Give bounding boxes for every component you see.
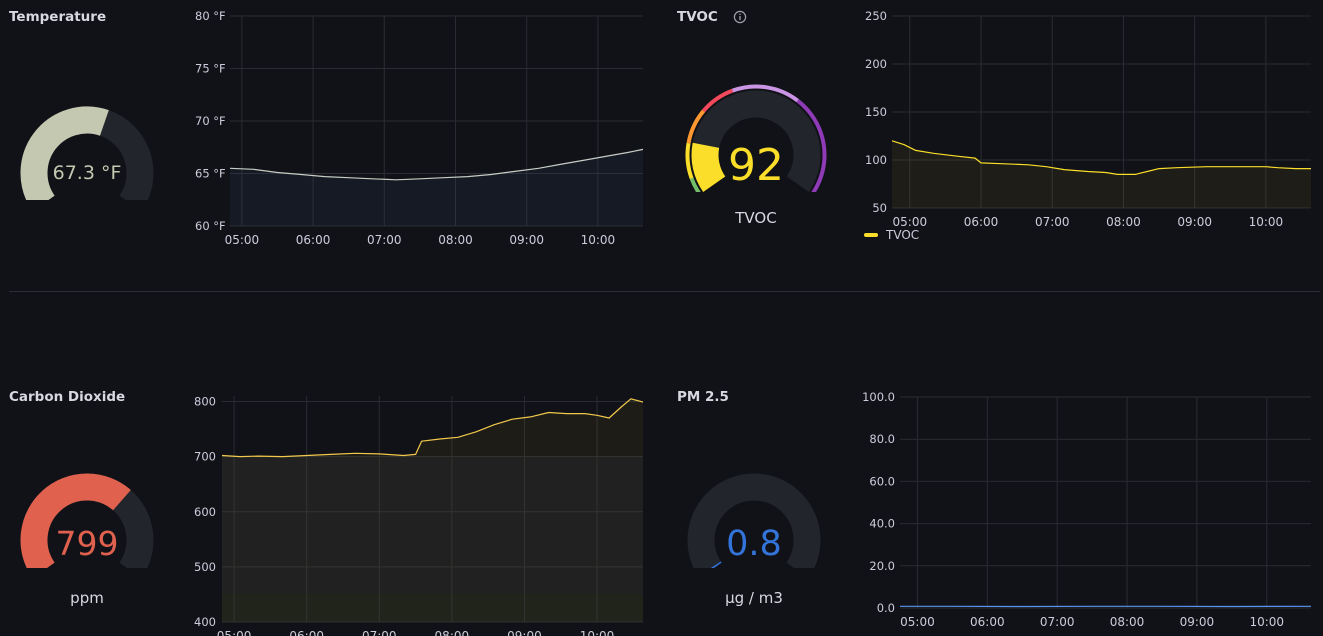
co2-y-tick-label: 800 [194, 395, 216, 409]
tvoc-x-tick-label: 06:00 [964, 215, 999, 229]
pm25-y-tick-label: 20.0 [869, 559, 895, 573]
tvoc-x-tick-label: 09:00 [1177, 215, 1212, 229]
temperature-chart[interactable]: 60 °F 65 °F 70 °F 75 °F 80 °F 05:00 06:00 07:00… [188, 4, 648, 256]
tvoc-gauge-label: TVOC [735, 209, 777, 227]
tvoc-gauge-value: 92 [728, 140, 784, 191]
pm25-y-tick-label: 80.0 [869, 432, 895, 446]
pm25-panel-title: PM 2.5 [677, 389, 729, 405]
tvoc-x-tick-label: 08:00 [1106, 215, 1141, 229]
co2-x-tick-label: 07:00 [362, 629, 397, 636]
tvoc-panel-title: TVOC [677, 9, 718, 25]
pm25-x-tick-label: 06:00 [970, 615, 1005, 629]
co2-y-tick-label: 600 [194, 505, 216, 519]
tvoc-x-tick-label: 07:00 [1035, 215, 1070, 229]
temperature-gauge: 67.3 °F [17, 100, 157, 212]
tvoc-y-tick-label: 150 [865, 105, 887, 119]
co2-x-tick-label: 09:00 [507, 629, 542, 636]
tvoc-y-tick-label: 200 [865, 57, 887, 71]
tvoc-series-area [892, 140, 1311, 208]
co2-y-tick-label: 400 [194, 615, 216, 629]
pm25-gauge-value: 0.8 [726, 524, 782, 564]
co2-series-area [222, 398, 643, 622]
pm25-x-tick-label: 09:00 [1180, 615, 1215, 629]
tvoc-chart[interactable]: 50 100 150 200 250 05:00 06:00 07:00 08:00 09:00 1… [858, 4, 1318, 229]
pm25-y-tick-label: 40.0 [869, 517, 895, 531]
temperature-x-tick-label: 06:00 [296, 233, 331, 247]
temperature-gauge-value: 67.3 °F [52, 162, 122, 184]
co2-x-tick-label: 05:00 [217, 629, 252, 636]
co2-gauge: 799 ppm [17, 468, 157, 613]
tvoc-gauge: 92 TVOC [683, 82, 829, 232]
temperature-y-tick-label: 70 °F [195, 114, 226, 128]
co2-y-tick-label: 500 [194, 560, 216, 574]
pm25-x-tick-label: 05:00 [900, 615, 935, 629]
tvoc-y-tick-label: 50 [872, 201, 887, 215]
tvoc-legend[interactable]: TVOC [864, 228, 919, 242]
tvoc-y-tick-label: 250 [865, 9, 887, 23]
temperature-x-tick-label: 07:00 [367, 233, 402, 247]
temperature-gauge-fill [20, 106, 109, 212]
temperature-x-tick-label: 05:00 [225, 233, 260, 247]
tvoc-x-tick-label: 10:00 [1249, 215, 1284, 229]
co2-panel-title: Carbon Dioxide [9, 389, 126, 405]
temperature-x-tick-label: 08:00 [438, 233, 473, 247]
co2-chart[interactable]: 400 500 600 700 800 05:00 06:00 07:00 08:00 09:00… [188, 384, 648, 636]
temperature-y-tick-label: 80 °F [195, 9, 226, 23]
row-divider [9, 291, 1320, 292]
co2-gauge-value: 799 [55, 524, 119, 563]
temperature-panel-title: Temperature [9, 9, 107, 25]
co2-y-tick-label: 700 [194, 450, 216, 464]
pm25-y-tick-label: 100.0 [862, 390, 895, 404]
tvoc-legend-label: TVOC [886, 228, 920, 242]
temperature-x-tick-label: 09:00 [509, 233, 544, 247]
pm25-y-tick-label: 60.0 [869, 474, 895, 488]
pm25-chart[interactable]: 0.0 20.0 40.0 60.0 80.0 100.0 05:00 06:00 07:00 0… [858, 384, 1318, 636]
co2-gauge-label: ppm [70, 589, 104, 607]
pm25-x-tick-label: 07:00 [1040, 615, 1075, 629]
co2-x-tick-label: 06:00 [289, 629, 324, 636]
temperature-gauge-arc [20, 106, 154, 212]
co2-x-tick-label: 10:00 [580, 629, 615, 636]
tvoc-x-tick-label: 05:00 [893, 215, 928, 229]
pm25-x-tick-label: 08:00 [1110, 615, 1145, 629]
pm25-x-tick-label: 10:00 [1249, 615, 1284, 629]
tvoc-y-tick-label: 100 [865, 153, 887, 167]
temperature-y-tick-label: 75 °F [195, 62, 226, 76]
temperature-x-tick-label: 10:00 [581, 233, 616, 247]
pm25-y-tick-label: 0.0 [877, 601, 895, 615]
pm25-gauge: 0.8 µg / m3 [684, 468, 824, 613]
temperature-y-tick-label: 60 °F [195, 219, 226, 233]
pm25-gauge-label: µg / m3 [725, 589, 783, 607]
temperature-y-tick-label: 65 °F [195, 167, 226, 181]
tvoc-legend-swatch [864, 233, 878, 237]
co2-x-tick-label: 08:00 [435, 629, 470, 636]
info-icon[interactable] [733, 10, 747, 24]
